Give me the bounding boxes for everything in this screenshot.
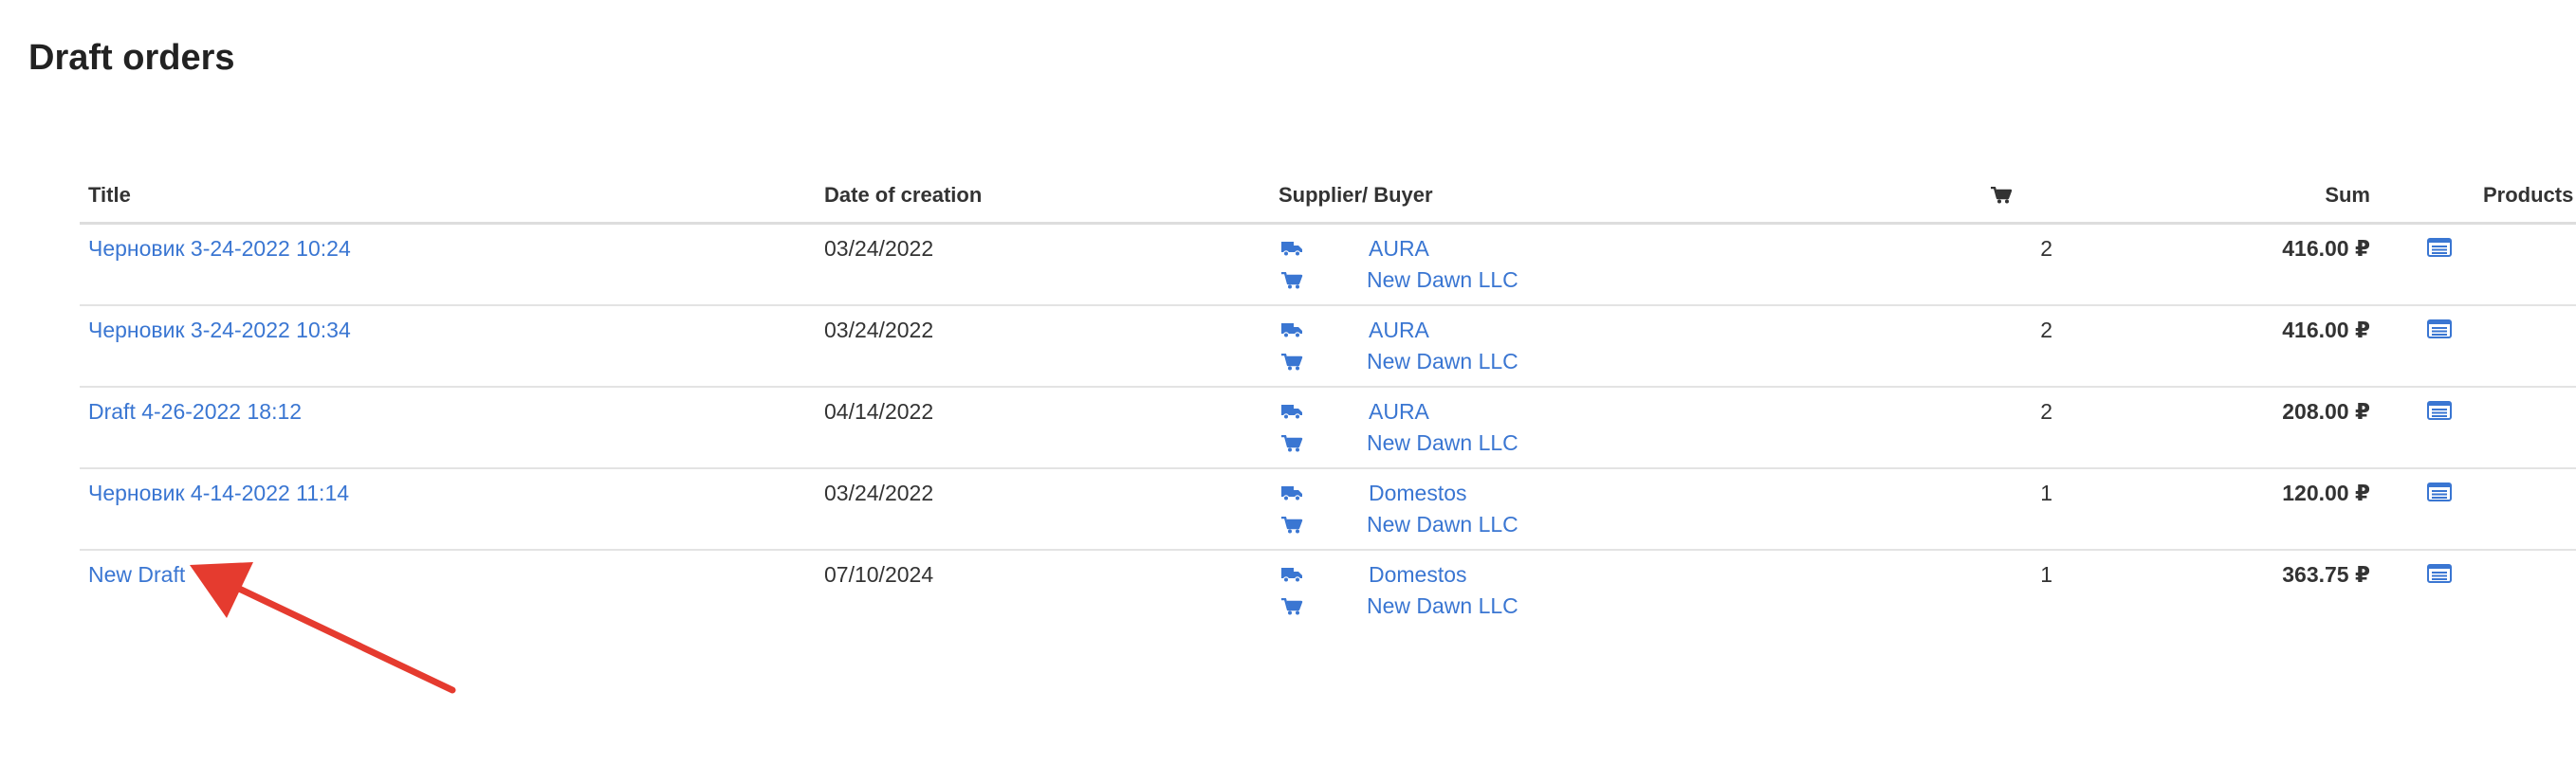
- list-icon[interactable]: [2427, 564, 2452, 583]
- table-header: Title Date of creation Supplier/ Buyer S…: [80, 176, 2576, 225]
- product-count: 1: [2040, 481, 2052, 505]
- buyer-link[interactable]: New Dawn LLC: [1367, 266, 1518, 293]
- truck-icon: [1280, 403, 1303, 420]
- order-sum: 416.00 ₽: [2282, 318, 2370, 342]
- buyer-link[interactable]: New Dawn LLC: [1367, 348, 1518, 374]
- cart-icon: [1280, 435, 1303, 452]
- cart-icon: [1280, 272, 1303, 289]
- order-sum: 208.00 ₽: [2282, 399, 2370, 424]
- table-row: Черновик 4-14-2022 11:14 03/24/2022 Domest…: [80, 469, 2576, 551]
- truck-icon: [1280, 484, 1303, 501]
- supplier-link[interactable]: AURA: [1369, 317, 1429, 343]
- creation-date: 07/10/2024: [824, 562, 934, 587]
- buyer-link[interactable]: New Dawn LLC: [1367, 511, 1518, 537]
- page-title: Draft orders: [28, 38, 235, 78]
- cart-icon: [1280, 598, 1303, 615]
- supplier-link[interactable]: Domestos: [1369, 480, 1467, 506]
- cart-icon[interactable]: [1991, 187, 2012, 204]
- truck-icon: [1280, 321, 1303, 338]
- column-header-title[interactable]: Title: [88, 183, 131, 208]
- table-row: Черновик 3-24-2022 10:34 03/24/2022 AURA Ne…: [80, 306, 2576, 388]
- column-header-date[interactable]: Date of creation: [824, 183, 982, 208]
- table-row: Черновик 3-24-2022 10:24 03/24/2022 AURA Ne…: [80, 225, 2576, 306]
- supplier-link[interactable]: Domestos: [1369, 561, 1467, 588]
- draft-title-link[interactable]: Черновик 3-24-2022 10:34: [88, 317, 351, 343]
- list-icon[interactable]: [2427, 238, 2452, 257]
- column-header-sum[interactable]: Sum: [2147, 183, 2370, 208]
- supplier-link[interactable]: AURA: [1369, 235, 1429, 262]
- table-row: New Draft 07/10/2024 Domestos New Dawn LLC 1…: [80, 551, 2576, 630]
- order-sum: 120.00 ₽: [2282, 481, 2370, 505]
- creation-date: 03/24/2022: [824, 481, 934, 505]
- product-count: 2: [2040, 318, 2052, 342]
- cart-icon: [1280, 517, 1303, 534]
- creation-date: 04/14/2022: [824, 399, 934, 424]
- column-header-products[interactable]: Products: [2479, 183, 2576, 208]
- truck-icon: [1280, 240, 1303, 257]
- draft-title-link[interactable]: Черновик 3-24-2022 10:24: [88, 235, 351, 262]
- product-count: 2: [2040, 399, 2052, 424]
- list-icon[interactable]: [2427, 319, 2452, 338]
- buyer-link[interactable]: New Dawn LLC: [1367, 429, 1518, 456]
- order-sum: 416.00 ₽: [2282, 236, 2370, 261]
- cart-icon: [1280, 354, 1303, 371]
- order-sum: 363.75 ₽: [2282, 562, 2370, 587]
- truck-icon: [1280, 566, 1303, 583]
- draft-title-link[interactable]: Draft 4-26-2022 18:12: [88, 398, 302, 425]
- buyer-link[interactable]: New Dawn LLC: [1367, 592, 1518, 619]
- table-row: Draft 4-26-2022 18:12 04/14/2022 AURA New D…: [80, 388, 2576, 469]
- creation-date: 03/24/2022: [824, 236, 934, 261]
- supplier-link[interactable]: AURA: [1369, 398, 1429, 425]
- creation-date: 03/24/2022: [824, 318, 934, 342]
- product-count: 1: [2040, 562, 2052, 587]
- draft-title-link[interactable]: New Draft: [88, 561, 185, 588]
- list-icon[interactable]: [2427, 401, 2452, 420]
- column-header-supplier-buyer[interactable]: Supplier/ Buyer: [1279, 183, 1433, 208]
- product-count: 2: [2040, 236, 2052, 261]
- draft-orders-table: Title Date of creation Supplier/ Buyer S…: [80, 176, 2576, 630]
- draft-title-link[interactable]: Черновик 4-14-2022 11:14: [88, 480, 349, 506]
- list-icon[interactable]: [2427, 483, 2452, 501]
